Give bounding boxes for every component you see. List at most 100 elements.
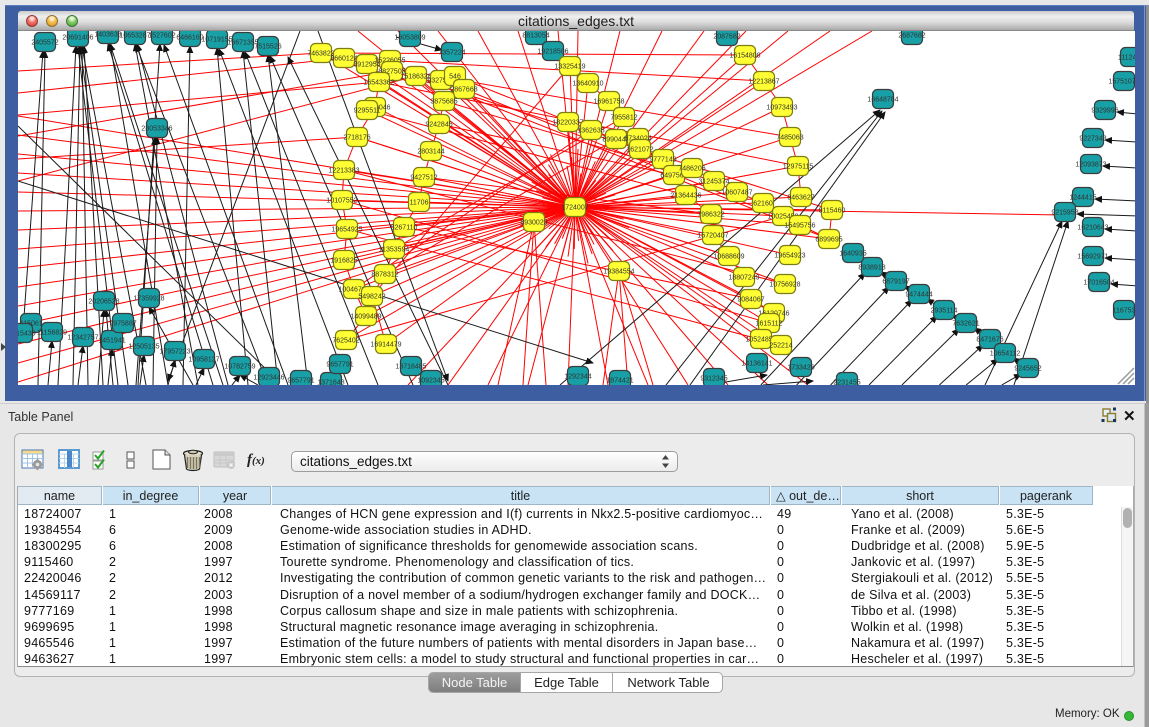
svg-text:14136141: 14136141 bbox=[741, 361, 772, 368]
svg-text:13325419: 13325419 bbox=[554, 64, 585, 71]
svg-text:10958127: 10958127 bbox=[188, 357, 219, 364]
svg-text:1724007: 1724007 bbox=[561, 205, 588, 212]
svg-text:17957223: 17957223 bbox=[159, 349, 190, 356]
svg-text:2867668: 2867668 bbox=[450, 87, 477, 94]
svg-text:16543362: 16543362 bbox=[363, 80, 394, 87]
svg-text:8471676: 8471676 bbox=[976, 337, 1003, 344]
svg-text:12213383: 12213383 bbox=[328, 168, 359, 175]
svg-text:13640910: 13640910 bbox=[572, 81, 603, 88]
svg-text:2718176: 2718176 bbox=[343, 135, 370, 142]
svg-text:7515526: 7515526 bbox=[254, 44, 281, 51]
svg-text:17359928: 17359928 bbox=[133, 296, 164, 303]
svg-text:9463627: 9463627 bbox=[787, 195, 814, 202]
svg-text:13716485: 13716485 bbox=[395, 364, 426, 371]
svg-text:9777149: 9777149 bbox=[649, 157, 676, 164]
svg-text:15692971: 15692971 bbox=[1077, 254, 1108, 261]
svg-text:14099489: 14099489 bbox=[350, 314, 381, 321]
svg-text:8930023: 8930023 bbox=[520, 220, 547, 227]
svg-text:1527602: 1527602 bbox=[148, 33, 175, 40]
svg-text:5498242: 5498242 bbox=[358, 294, 385, 301]
svg-text:7625402: 7625402 bbox=[332, 338, 359, 345]
svg-text:17016504: 17016504 bbox=[1083, 280, 1114, 287]
svg-text:7632621: 7632621 bbox=[952, 321, 979, 328]
svg-text:9312345: 9312345 bbox=[700, 376, 727, 383]
svg-text:11156829: 11156829 bbox=[37, 330, 67, 337]
svg-text:1244415: 1244415 bbox=[1069, 195, 1096, 202]
svg-text:1640935: 1640935 bbox=[839, 251, 866, 258]
svg-text:10756928: 10756928 bbox=[769, 282, 800, 289]
svg-text:9657791: 9657791 bbox=[287, 378, 314, 385]
svg-text:2405572: 2405572 bbox=[31, 40, 58, 47]
svg-text:15751074: 15751074 bbox=[1108, 79, 1135, 86]
svg-text:7485063: 7485063 bbox=[776, 135, 803, 142]
svg-text:10973493: 10973493 bbox=[766, 105, 797, 112]
svg-text:8813054: 8813054 bbox=[522, 33, 549, 40]
svg-text:16210643: 16210643 bbox=[1077, 225, 1108, 232]
svg-text:18220337: 18220337 bbox=[552, 120, 583, 127]
svg-text:28053346: 28053346 bbox=[141, 126, 172, 133]
svg-text:1403633: 1403633 bbox=[94, 32, 121, 39]
svg-text:1621072: 1621072 bbox=[626, 147, 653, 154]
svg-text:12505135: 12505135 bbox=[128, 344, 159, 351]
svg-text:2087682: 2087682 bbox=[713, 34, 740, 41]
svg-text:19654923: 19654923 bbox=[774, 253, 805, 260]
svg-text:3875685: 3875685 bbox=[430, 99, 457, 106]
svg-text:18807249: 18807249 bbox=[728, 275, 759, 282]
svg-text:1362635: 1362635 bbox=[577, 128, 604, 135]
svg-text:16154808: 16154808 bbox=[729, 53, 760, 60]
svg-text:6879197: 6879197 bbox=[882, 279, 909, 286]
svg-text:11353594: 11353594 bbox=[379, 247, 410, 254]
svg-text:7955812: 7955812 bbox=[610, 115, 637, 122]
svg-text:16914479: 16914479 bbox=[370, 342, 401, 349]
svg-text:9242845: 9242845 bbox=[425, 122, 452, 129]
svg-text:9227343: 9227343 bbox=[1079, 136, 1106, 143]
svg-text:8267110: 8267110 bbox=[391, 225, 418, 232]
svg-text:21364436: 21364436 bbox=[670, 193, 701, 200]
svg-text:12342757: 12342757 bbox=[67, 335, 98, 342]
svg-text:10782759: 10782759 bbox=[224, 364, 255, 371]
svg-text:7357224: 7357224 bbox=[438, 50, 465, 57]
svg-text:1451941: 1451941 bbox=[98, 338, 125, 345]
svg-text:16961758: 16961758 bbox=[593, 99, 624, 106]
svg-text:10607487: 10607487 bbox=[721, 190, 752, 197]
svg-text:16053809: 16053809 bbox=[394, 35, 425, 42]
svg-text:31245374: 31245374 bbox=[698, 179, 729, 186]
svg-text:9295511: 9295511 bbox=[354, 108, 381, 115]
svg-text:2687682: 2687682 bbox=[898, 33, 925, 40]
svg-text:1112443: 1112443 bbox=[1118, 55, 1135, 62]
svg-text:116753: 116753 bbox=[1113, 308, 1135, 315]
svg-text:10107552: 10107552 bbox=[326, 198, 357, 205]
svg-text:9657791: 9657791 bbox=[326, 362, 353, 369]
svg-text:19654925: 19654925 bbox=[331, 227, 362, 234]
svg-text:7486206: 7486206 bbox=[678, 166, 705, 173]
svg-text:12093873: 12093873 bbox=[1075, 162, 1106, 169]
svg-text:9245652: 9245652 bbox=[1014, 366, 1041, 373]
svg-text:20691406: 20691406 bbox=[62, 35, 93, 42]
svg-text:9329996: 9329996 bbox=[1091, 108, 1118, 115]
svg-text:6899695: 6899695 bbox=[815, 237, 842, 244]
svg-text:9084067: 9084067 bbox=[737, 297, 764, 304]
svg-text:10653287: 10653287 bbox=[119, 33, 150, 40]
svg-text:9975887: 9975887 bbox=[109, 321, 136, 328]
svg-text:11706: 11706 bbox=[410, 200, 429, 207]
svg-text:9427512: 9427512 bbox=[410, 175, 437, 182]
svg-text:15720407: 15720407 bbox=[697, 233, 728, 240]
svg-text:7986322: 7986322 bbox=[697, 212, 724, 219]
svg-text:10688609: 10688609 bbox=[713, 254, 744, 261]
svg-text:1916825: 1916825 bbox=[330, 258, 357, 265]
svg-text:9115460: 9115460 bbox=[819, 208, 846, 215]
svg-text:2231455: 2231455 bbox=[833, 380, 860, 386]
svg-text:1292344: 1292344 bbox=[564, 374, 591, 381]
svg-text:1371648: 1371648 bbox=[317, 380, 344, 386]
svg-text:19218506: 19218506 bbox=[537, 49, 568, 56]
svg-text:8938918: 8938918 bbox=[858, 265, 885, 272]
svg-text:1874421: 1874421 bbox=[606, 378, 633, 385]
svg-text:3915439: 3915439 bbox=[18, 331, 36, 338]
svg-text:1733426: 1733426 bbox=[787, 365, 814, 372]
svg-text:12213867: 12213867 bbox=[748, 79, 779, 86]
svg-text:10654112: 10654112 bbox=[990, 351, 1021, 358]
svg-text:62160: 62160 bbox=[753, 201, 773, 208]
svg-text:252214: 252214 bbox=[769, 343, 792, 350]
svg-text:15495756: 15495756 bbox=[784, 223, 815, 230]
svg-text:19384554: 19384554 bbox=[603, 269, 634, 276]
